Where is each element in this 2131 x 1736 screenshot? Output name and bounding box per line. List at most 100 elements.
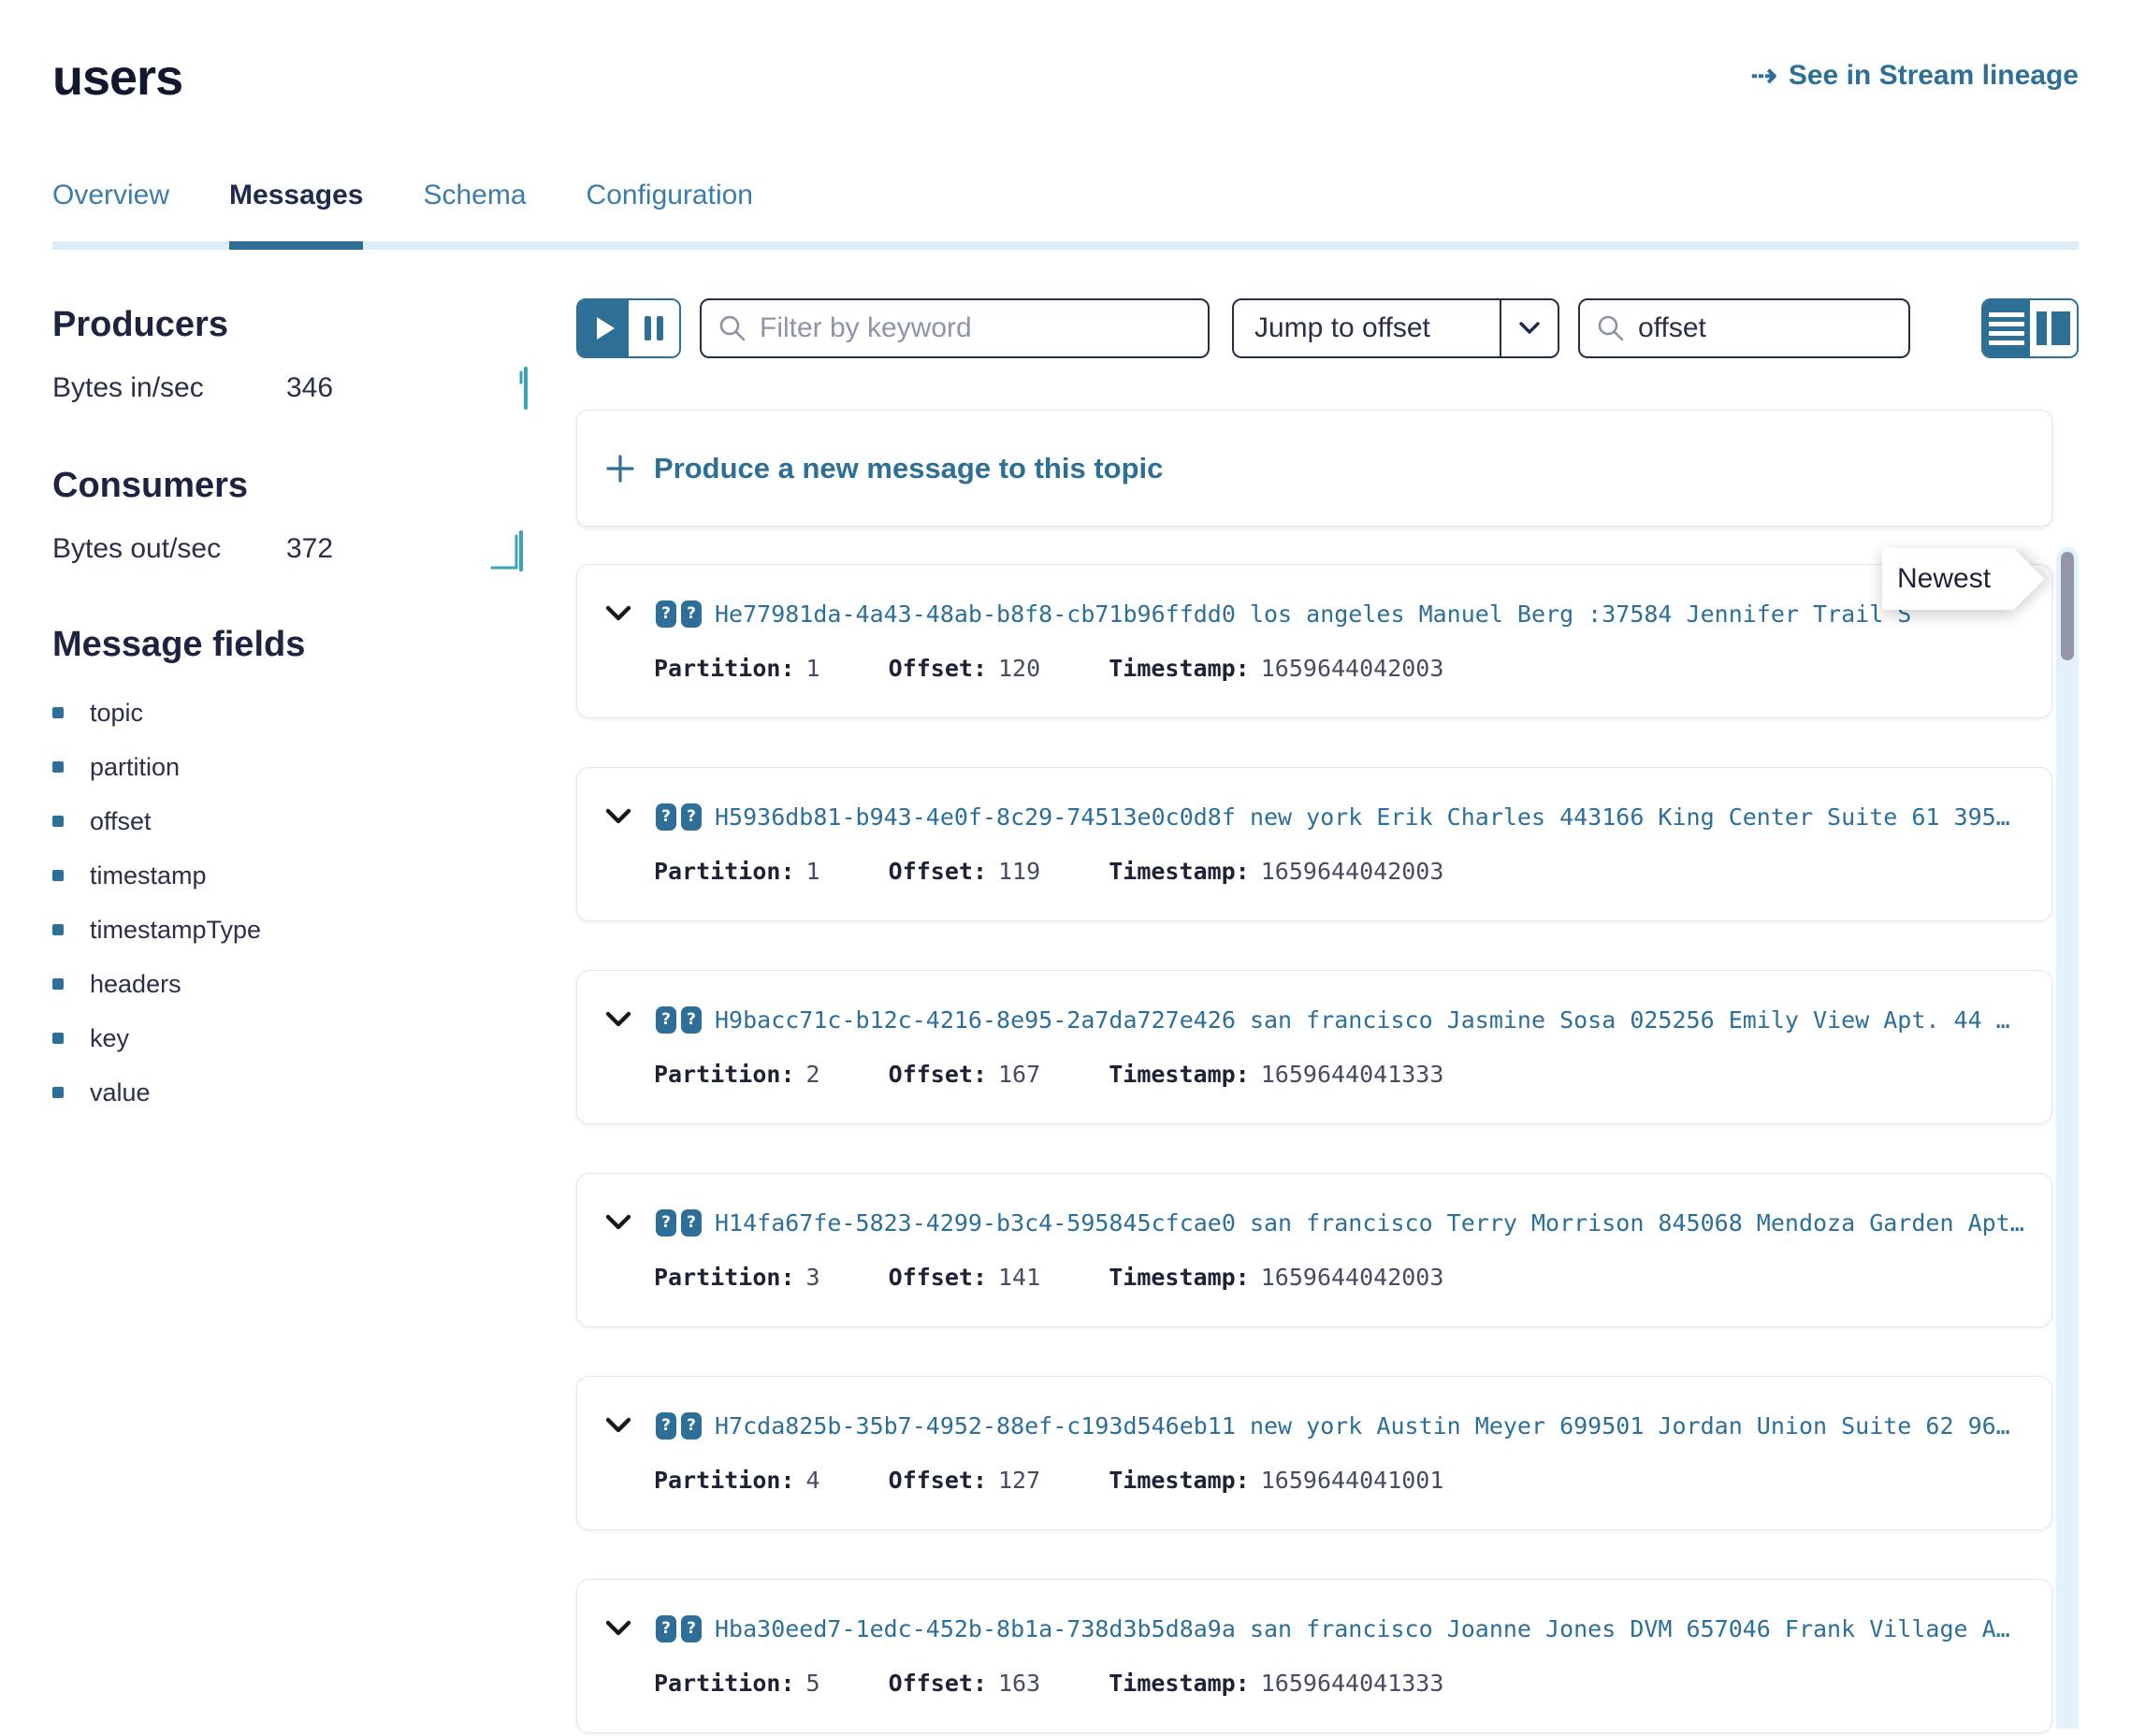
chevron-down-icon[interactable]: [605, 808, 631, 825]
newest-tooltip-label: Newest: [1897, 563, 1994, 595]
message-row[interactable]: ? ? Hba30eed7-1edc-452b-8b1a-738d3b5d8a9…: [576, 1579, 2052, 1733]
field-label: topic: [90, 699, 143, 728]
topic-page: users ⇢ See in Stream lineage Overview M…: [0, 0, 2131, 1736]
offset-value: 141: [998, 1264, 1040, 1291]
play-button[interactable]: [578, 300, 629, 356]
pause-button[interactable]: [629, 300, 679, 356]
timestamp-value: 1659644042003: [1261, 655, 1444, 682]
message-summary-line: ? ? H14fa67fe-5823-4299-b3c4-595845cfcae…: [605, 1206, 2023, 1239]
field-bullet-icon: [52, 816, 64, 827]
bytes-in-metric: Bytes in/sec 346: [52, 371, 531, 405]
offset-label: Offset:: [889, 655, 987, 682]
unknown-char-icon: ?: [681, 803, 702, 831]
field-item-offset[interactable]: offset: [52, 805, 576, 837]
see-in-stream-lineage-link[interactable]: ⇢ See in Stream lineage: [1750, 60, 2079, 92]
replacement-glyph-icons: ? ?: [656, 1209, 702, 1237]
partition-value: 4: [806, 1467, 820, 1494]
offset-value: 163: [998, 1670, 1040, 1697]
main-area: Producers Bytes in/sec 346 Consumers Byt…: [52, 250, 2079, 1736]
message-summary-line: ? ? He77981da-4a43-48ab-b8f8-cb71b96ffdd…: [605, 597, 2023, 630]
field-label: partition: [90, 753, 180, 782]
message-fields-heading: Message fields: [52, 624, 576, 665]
producers-heading: Producers: [52, 304, 576, 345]
field-item-headers[interactable]: headers: [52, 968, 576, 1000]
partition-label: Partition:: [654, 1467, 795, 1494]
tab-schema[interactable]: Schema: [423, 180, 526, 241]
replacement-glyph-icons: ? ?: [656, 1006, 702, 1034]
message-summary: H9bacc71c-b12c-4216-8e95-2a7da727e426 sa…: [715, 1006, 2023, 1034]
offset-search-value: offset: [1638, 312, 1706, 344]
page-title: users: [52, 49, 182, 107]
tab-overview[interactable]: Overview: [52, 180, 169, 241]
partition-value: 2: [806, 1061, 820, 1088]
message-list-scrollbar-track[interactable]: [2056, 547, 2079, 1729]
messages-panel: Filter by keyword Jump to offset: [576, 250, 2079, 1736]
column-view-button[interactable]: [2030, 300, 2077, 356]
newest-tooltip: Newest: [1882, 548, 2015, 610]
chevron-down-icon[interactable]: [605, 1214, 631, 1231]
field-item-value[interactable]: value: [52, 1077, 576, 1108]
keyword-filter-input[interactable]: Filter by keyword: [700, 298, 1210, 358]
timestamp-value: 1659644041333: [1261, 1670, 1444, 1697]
jump-select-value: Jump to offset: [1234, 300, 1500, 356]
chevron-down-icon[interactable]: [605, 1620, 631, 1637]
message-row[interactable]: ? ? H9bacc71c-b12c-4216-8e95-2a7da727e42…: [576, 970, 2052, 1124]
message-row[interactable]: ? ? H5936db81-b943-4e0f-8c29-74513e0c0d8…: [576, 767, 2052, 921]
message-list-scrollbar-thumb[interactable]: [2061, 552, 2074, 660]
message-summary: Hba30eed7-1edc-452b-8b1a-738d3b5d8a9a sa…: [715, 1615, 2023, 1642]
replacement-glyph-icons: ? ?: [656, 600, 702, 628]
partition-value: 1: [806, 655, 820, 682]
field-item-topic[interactable]: topic: [52, 697, 576, 729]
offset-value: 119: [998, 858, 1040, 885]
partition-label: Partition:: [654, 1670, 795, 1697]
field-item-partition[interactable]: partition: [52, 751, 576, 783]
message-meta-line: Partition:1 Offset:119 Timestamp:1659644…: [654, 858, 2023, 885]
timestamp-label: Timestamp:: [1109, 1264, 1250, 1291]
message-row[interactable]: ? ? H14fa67fe-5823-4299-b3c4-595845cfcae…: [576, 1173, 2052, 1327]
offset-value: 127: [998, 1467, 1040, 1494]
chevron-down-icon[interactable]: [605, 605, 631, 622]
message-summary: H5936db81-b943-4e0f-8c29-74513e0c0d8f ne…: [715, 803, 2023, 831]
tab-configuration[interactable]: Configuration: [587, 180, 753, 241]
partition-label: Partition:: [654, 1264, 795, 1291]
message-meta-line: Partition:4 Offset:127 Timestamp:1659644…: [654, 1467, 2023, 1494]
view-mode-toggle: [1981, 298, 2079, 358]
search-icon: [1597, 314, 1625, 342]
timestamp-value: 1659644042003: [1261, 858, 1444, 885]
tab-messages[interactable]: Messages: [229, 180, 363, 241]
field-item-key[interactable]: key: [52, 1022, 576, 1054]
offset-search-input[interactable]: offset: [1578, 298, 1910, 358]
unknown-char-icon: ?: [681, 1615, 702, 1642]
bytes-in-sparkline-icon: [516, 366, 531, 411]
field-bullet-icon: [52, 978, 64, 990]
offset-label: Offset:: [889, 1467, 987, 1494]
play-icon: [597, 317, 615, 340]
list-view-button[interactable]: [1983, 300, 2030, 356]
message-row[interactable]: ? ? H7cda825b-35b7-4952-88ef-c193d546eb1…: [576, 1376, 2052, 1530]
partition-value: 1: [806, 858, 820, 885]
plus-icon: [605, 454, 635, 484]
message-list: ? ? He77981da-4a43-48ab-b8f8-cb71b96ffdd…: [576, 564, 2079, 1733]
produce-message-label: Produce a new message to this topic: [654, 452, 1163, 485]
bytes-out-metric: Bytes out/sec 372: [52, 532, 531, 566]
chevron-down-icon[interactable]: [605, 1417, 631, 1434]
bytes-out-sparkline-icon: [490, 527, 531, 571]
field-bullet-icon: [52, 707, 64, 718]
jump-to-offset-select[interactable]: Jump to offset: [1232, 298, 1559, 358]
field-bullet-icon: [52, 870, 64, 881]
message-summary: He77981da-4a43-48ab-b8f8-cb71b96ffdd0 lo…: [715, 600, 2023, 628]
produce-message-button[interactable]: Produce a new message to this topic: [576, 410, 2052, 527]
unknown-char-icon: ?: [656, 1209, 676, 1237]
offset-label: Offset:: [889, 1264, 987, 1291]
unknown-char-icon: ?: [681, 1209, 702, 1237]
chevron-down-icon[interactable]: [605, 1011, 631, 1028]
field-item-timestamp[interactable]: timestamp: [52, 860, 576, 891]
list-view-icon: [1989, 312, 2024, 345]
field-item-timestampType[interactable]: timestampType: [52, 914, 576, 946]
unknown-char-icon: ?: [681, 600, 702, 628]
unknown-char-icon: ?: [656, 1006, 676, 1034]
message-row[interactable]: ? ? He77981da-4a43-48ab-b8f8-cb71b96ffdd…: [576, 564, 2052, 718]
partition-value: 5: [806, 1670, 820, 1697]
field-bullet-icon: [52, 1087, 64, 1098]
unknown-char-icon: ?: [681, 1006, 702, 1034]
